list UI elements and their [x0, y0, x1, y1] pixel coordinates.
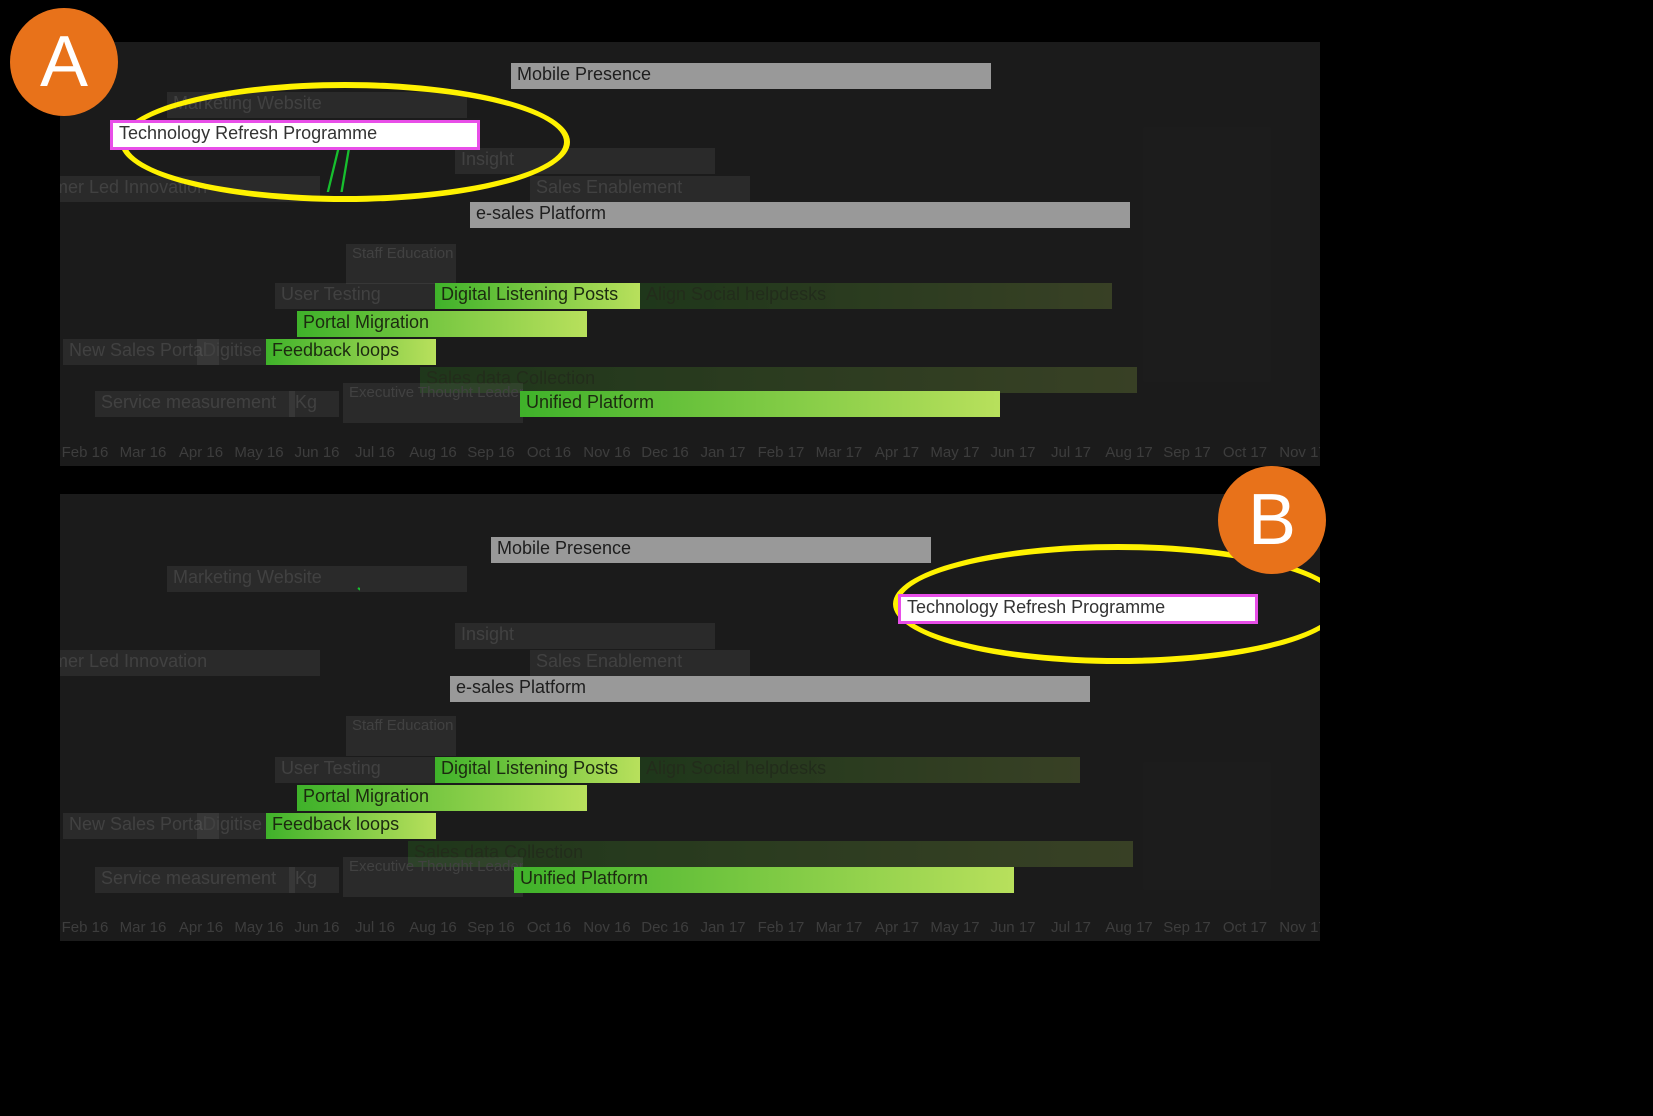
- time-axis-b: 16Feb 16Mar 16Apr 16May 16Jun 16Jul 16Au…: [60, 919, 1320, 941]
- bar-insight[interactable]: Insight: [455, 623, 715, 649]
- bar-mobile-presence[interactable]: Mobile Presence: [491, 537, 931, 563]
- bar-marketing-website[interactable]: Marketing Website: [167, 92, 467, 118]
- bar-mobile-presence[interactable]: Mobile Presence: [511, 63, 991, 89]
- bar-unified-platform[interactable]: Unified Platform: [520, 391, 1000, 417]
- bar-digital-listening[interactable]: Digital Listening Posts: [435, 283, 640, 309]
- bar-esales[interactable]: e-sales Platform: [450, 676, 1090, 702]
- bar-service-measurement[interactable]: Service measurement: [95, 867, 295, 893]
- bar-customer-led[interactable]: Customer Led Innovation: [60, 650, 320, 676]
- bar-align-social[interactable]: Align Social helpdesks: [640, 757, 1080, 783]
- bar-tech-refresh[interactable]: Technology Refresh Programme: [898, 594, 1258, 624]
- annotation-badge-b: B: [1218, 466, 1326, 574]
- bar-kg[interactable]: Kg: [289, 391, 339, 417]
- bar-align-social[interactable]: Align Social helpdesks: [640, 283, 1112, 309]
- time-axis-a: 16Feb 16Mar 16Apr 16May 16Jun 16Jul 16Au…: [60, 444, 1320, 466]
- bar-digitise[interactable]: Digitise: [197, 339, 267, 365]
- bar-marketing-website[interactable]: Marketing Website: [167, 566, 467, 592]
- bar-exec-thought[interactable]: Executive Thought Leaders: [343, 383, 523, 423]
- bar-staff-education[interactable]: Staff Education: [346, 244, 456, 284]
- bar-unified-platform[interactable]: Unified Platform: [514, 867, 1014, 893]
- bar-sales-enablement[interactable]: Sales Enablement: [530, 650, 750, 676]
- bar-esales[interactable]: e-sales Platform: [470, 202, 1130, 228]
- bar-insight[interactable]: Insight: [455, 148, 715, 174]
- gantt-panel-b[interactable]: Mobile Presence Marketing Website Techno…: [60, 494, 1320, 941]
- bar-tech-refresh[interactable]: Technology Refresh Programme: [110, 120, 480, 150]
- bar-exec-thought[interactable]: Executive Thought Leaders: [343, 857, 523, 897]
- bar-feedback-loops[interactable]: Feedback loops: [266, 813, 436, 839]
- bar-user-testing[interactable]: User Testing: [275, 283, 435, 309]
- bar-user-testing[interactable]: User Testing: [275, 757, 435, 783]
- bar-digitise[interactable]: Digitise: [197, 813, 267, 839]
- bar-feedback-loops[interactable]: Feedback loops: [266, 339, 436, 365]
- bar-portal-migration[interactable]: Portal Migration: [297, 311, 587, 337]
- bar-sales-enablement[interactable]: Sales Enablement: [530, 176, 750, 202]
- gantt-panel-a[interactable]: Mobile Presence Marketing Website Techno…: [60, 42, 1320, 466]
- annotation-badge-a: A: [10, 8, 118, 116]
- bar-portal-migration[interactable]: Portal Migration: [297, 785, 587, 811]
- bar-digital-listening[interactable]: Digital Listening Posts: [435, 757, 640, 783]
- bar-staff-education[interactable]: Staff Education: [346, 716, 456, 756]
- bar-new-sales-portal[interactable]: New Sales Portal: [63, 813, 219, 839]
- bar-service-measurement[interactable]: Service measurement: [95, 391, 295, 417]
- bar-new-sales-portal[interactable]: New Sales Portal: [63, 339, 219, 365]
- bar-sales-data[interactable]: Sales data Collection: [420, 367, 1137, 393]
- bar-customer-led[interactable]: Customer Led Innovation: [60, 176, 320, 202]
- bar-kg[interactable]: Kg: [289, 867, 339, 893]
